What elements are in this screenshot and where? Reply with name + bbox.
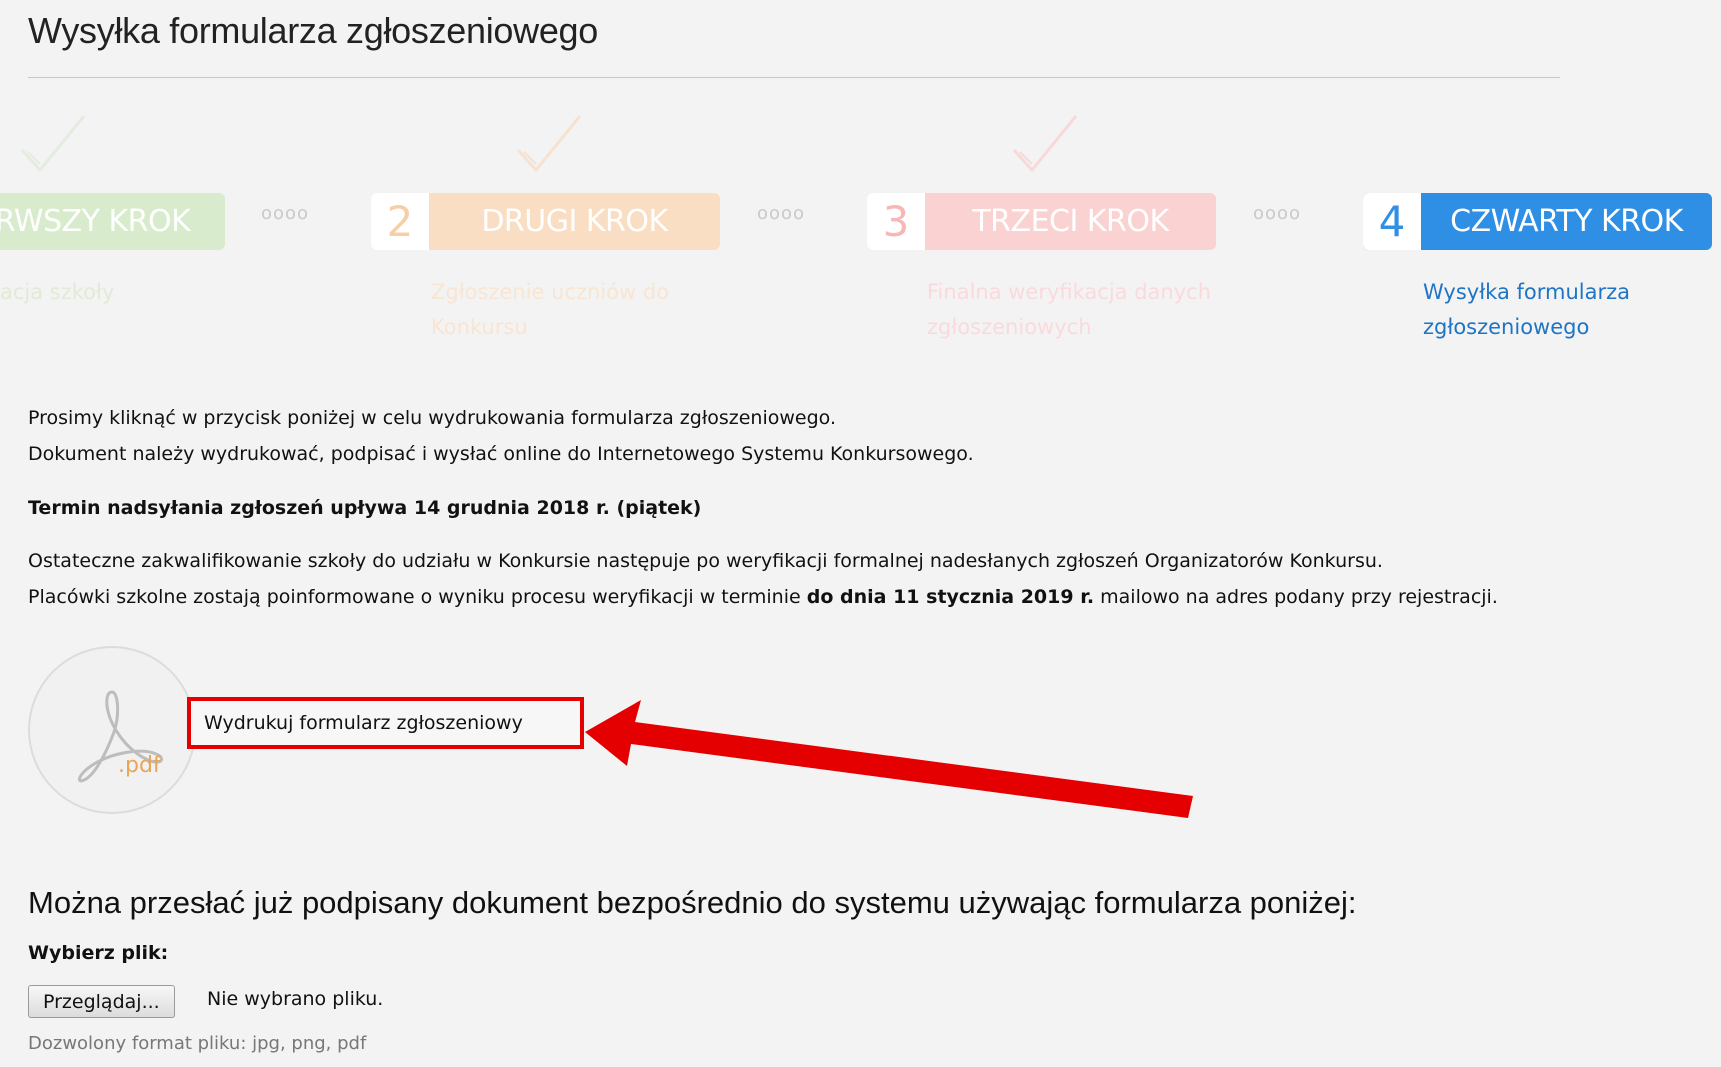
instructions: Prosimy kliknąć w przycisk poniżej w cel… xyxy=(28,400,974,472)
file-field-label: Wybierz plik: xyxy=(28,942,169,964)
pdf-icon[interactable]: .pdf xyxy=(28,646,196,814)
step-3-number: 3 xyxy=(867,193,925,250)
file-status: Nie wybrano pliku. xyxy=(207,988,384,1010)
instructions-line-1: Prosimy kliknąć w przycisk poniżej w cel… xyxy=(28,407,836,429)
step-1-done-check-icon xyxy=(18,112,88,174)
step-2-done-check-icon xyxy=(514,112,584,174)
print-form-link[interactable]: Wydrukuj formularz zgłoszeniowy xyxy=(187,697,584,749)
step-separator: oooo xyxy=(261,203,310,224)
title-divider xyxy=(28,77,1560,78)
step-3-done-check-icon xyxy=(1010,112,1080,174)
step-separator: oooo xyxy=(1253,203,1302,224)
qualification-line-2: Placówki szkolne zostają poinformowane o… xyxy=(28,586,807,608)
step-3[interactable]: 3 TRZECI KROK xyxy=(867,193,1216,250)
page-title: Wysyłka formularza zgłoszeniowego xyxy=(28,10,599,51)
red-arrow-annotation xyxy=(585,700,1193,818)
deadline-text: Termin nadsyłania zgłoszeń upływa 14 gru… xyxy=(28,497,702,519)
qualification-date: do dnia 11 stycznia 2019 r. xyxy=(806,586,1095,608)
step-1[interactable]: RWSZY KROK xyxy=(0,193,225,250)
step-1-description: acja szkoły xyxy=(0,280,115,304)
step-4-active[interactable]: 4 CZWARTY KROK xyxy=(1363,193,1712,250)
step-separator: oooo xyxy=(757,203,806,224)
step-4-label: CZWARTY KROK xyxy=(1450,204,1683,239)
step-2-description: Zgłoszenie uczniów do Konkursu xyxy=(431,280,670,339)
qualification-text: Ostateczne zakwalifikowanie szkoły do ud… xyxy=(28,543,1558,615)
step-4-description: Wysyłka formularza zgłoszeniowego xyxy=(1423,280,1630,339)
qualification-line-1: Ostateczne zakwalifikowanie szkoły do ud… xyxy=(28,550,1383,572)
step-4-number: 4 xyxy=(1363,193,1421,250)
step-2[interactable]: 2 DRUGI KROK xyxy=(371,193,720,250)
step-2-label: DRUGI KROK xyxy=(481,204,668,239)
step-1-label: RWSZY KROK xyxy=(0,204,191,239)
step-3-label: TRZECI KROK xyxy=(972,204,1169,239)
upload-heading: Można przesłać już podpisany dokument be… xyxy=(28,885,1357,920)
step-2-number: 2 xyxy=(371,193,429,250)
instructions-line-2: Dokument należy wydrukować, podpisać i w… xyxy=(28,443,974,465)
pdf-icon-text: .pdf xyxy=(118,753,162,778)
file-format-hint: Dozwolony format pliku: jpg, png, pdf xyxy=(28,1033,367,1054)
qualification-line-2-end: mailowo na adres podany przy rejestracji… xyxy=(1094,586,1498,608)
step-3-description: Finalna weryfikacja danych zgłoszeniowyc… xyxy=(927,280,1212,339)
browse-file-button[interactable]: Przeglądaj... xyxy=(28,985,175,1018)
